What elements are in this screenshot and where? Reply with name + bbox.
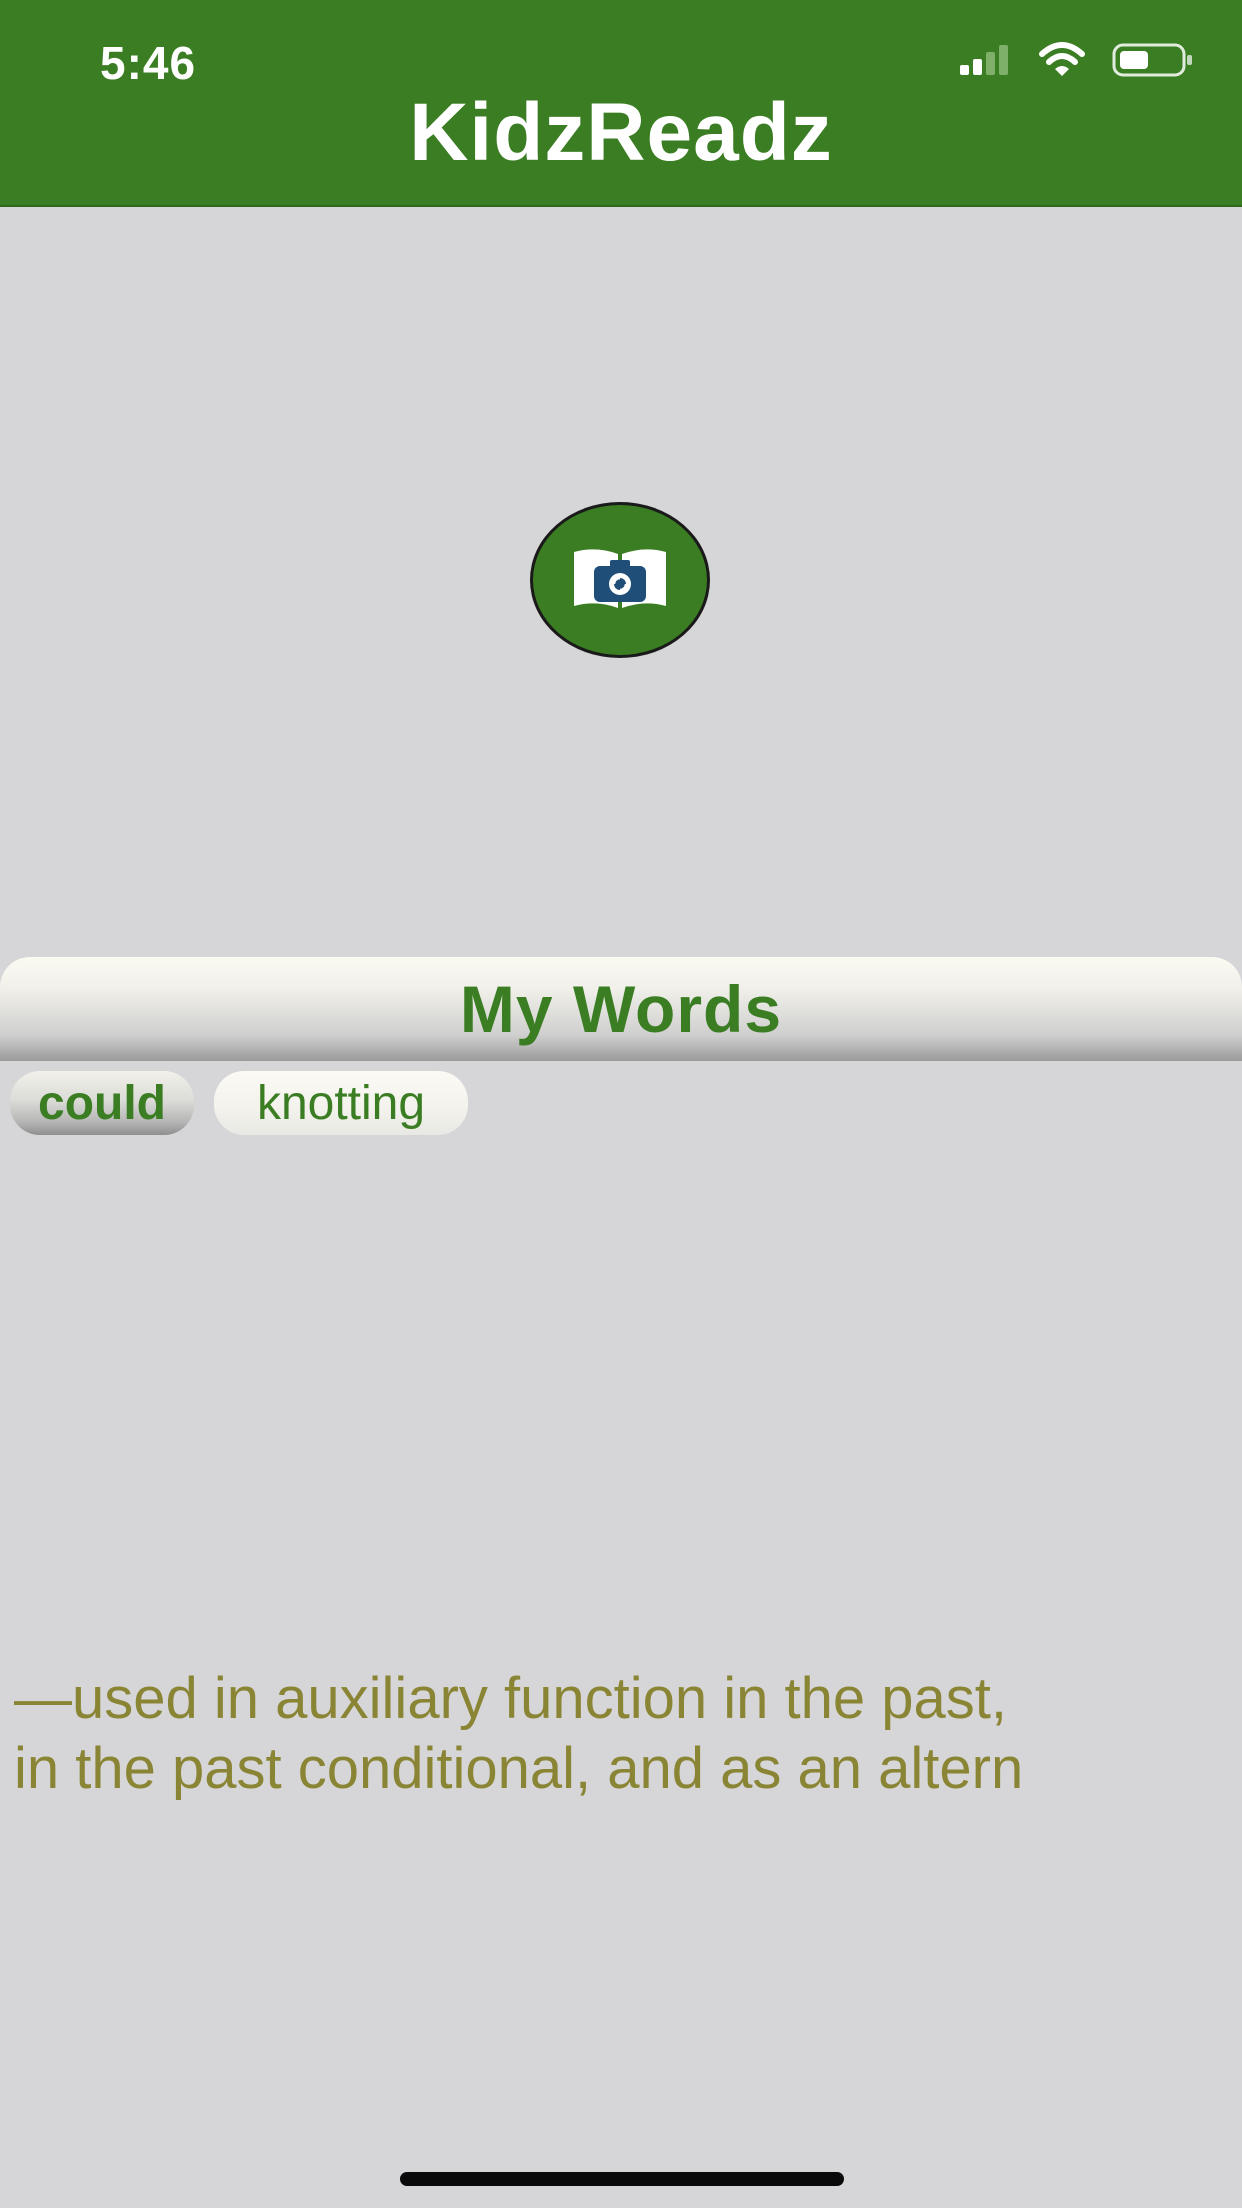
my-words-title: My Words bbox=[459, 972, 783, 1046]
word-chip-could[interactable]: could bbox=[10, 1071, 194, 1135]
scan-book-button[interactable] bbox=[530, 502, 710, 658]
battery-icon bbox=[1112, 43, 1194, 82]
word-chip-knotting[interactable]: knotting bbox=[214, 1071, 468, 1135]
status-icons bbox=[958, 41, 1194, 83]
app-screen: 5:46 KidzReadz My Words could knotting —… bbox=[0, 0, 1242, 2208]
word-definition: —used in auxiliary function in the past,… bbox=[14, 1664, 1242, 1804]
my-words-header: My Words bbox=[0, 957, 1242, 1061]
cellular-signal-icon bbox=[958, 44, 1012, 80]
definition-line: in the past conditional, and as an alter… bbox=[14, 1736, 1024, 1801]
wifi-icon bbox=[1038, 41, 1086, 83]
app-header: 5:46 KidzReadz bbox=[0, 0, 1242, 207]
definition-line: —used in auxiliary function in the past, bbox=[14, 1666, 1007, 1731]
home-indicator[interactable] bbox=[400, 2172, 844, 2186]
app-title: KidzReadz bbox=[409, 87, 833, 178]
book-camera-icon bbox=[572, 546, 668, 615]
status-time: 5:46 bbox=[100, 37, 197, 89]
word-list: could knotting bbox=[10, 1071, 468, 1135]
